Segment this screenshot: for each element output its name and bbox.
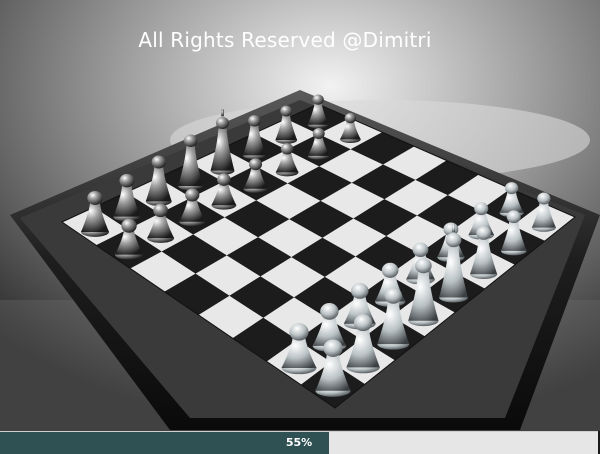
progress-bar: 55% xyxy=(0,431,598,454)
chess-board-render xyxy=(0,0,600,431)
progress-label: 55% xyxy=(285,436,313,449)
chess-scene: All Rights Reserved @Dimitri xyxy=(0,0,600,431)
